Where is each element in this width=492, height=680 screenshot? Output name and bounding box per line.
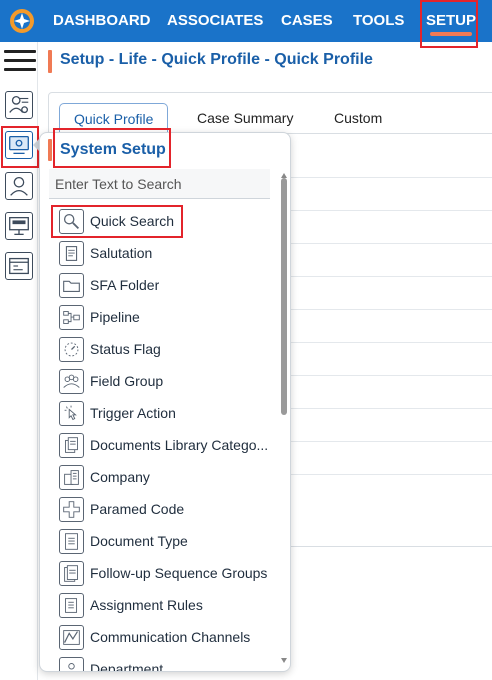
row-divider (290, 177, 492, 178)
menu-item-label: Paramed Code (90, 501, 185, 517)
row-divider (290, 474, 492, 475)
flyout-title: System Setup (60, 141, 166, 158)
document-stack-icon (59, 560, 84, 586)
menu-item-department[interactable]: Department (40, 653, 284, 672)
channels-icon (59, 624, 84, 650)
row-divider (290, 441, 492, 442)
document-icon (59, 528, 84, 554)
menu-item-company[interactable]: Company (40, 461, 284, 493)
flyout-search-box (49, 169, 270, 199)
menu-item-label: Follow-up Sequence Groups (90, 565, 268, 581)
scroll-thumb[interactable] (281, 178, 287, 415)
pipeline-icon (59, 304, 84, 330)
menu-item-sfa-folder[interactable]: SFA Folder (40, 269, 284, 301)
monitor-icon[interactable] (5, 212, 33, 240)
menu-item-communication-channels[interactable]: Communication Channels (40, 621, 284, 653)
medical-icon (59, 496, 84, 522)
menu-item-label: Document Type (90, 533, 188, 549)
row-divider (290, 375, 492, 376)
menu-item-label: Status Flag (90, 341, 161, 357)
system-setup-flyout: System Setup Quick Search Salutation SFA… (39, 132, 291, 672)
menu-item-label: Communication Channels (90, 629, 251, 645)
breadcrumb: Setup - Life - Quick Profile - Quick Pro… (48, 49, 492, 75)
magnifier-icon (59, 208, 84, 234)
menu-item-field-group[interactable]: Field Group (40, 365, 284, 397)
status-dial-icon (59, 336, 84, 362)
breadcrumb-accent-bar (48, 50, 52, 73)
nav-associates[interactable]: ASSOCIATES (167, 0, 263, 42)
department-icon (59, 656, 84, 671)
page-title: Setup - Life - Quick Profile - Quick Pro… (60, 51, 373, 68)
row-divider (290, 408, 492, 409)
company-icon (59, 464, 84, 490)
nav-cases[interactable]: CASES (281, 0, 333, 42)
nav-setup[interactable]: SETUP (426, 0, 476, 42)
app-logo-icon[interactable] (9, 8, 35, 34)
flyout-menu-list: Quick Search Salutation SFA Folder Pipel… (40, 205, 284, 672)
click-icon (59, 400, 84, 426)
menu-item-label: Assignment Rules (90, 597, 203, 613)
menu-item-document-type[interactable]: Document Type (40, 525, 284, 557)
scroll-icon (59, 240, 84, 266)
flyout-scrollbar[interactable] (281, 173, 287, 663)
menu-item-label: Documents Library Catego... (90, 437, 269, 453)
tab-quick-profile[interactable]: Quick Profile (59, 103, 169, 133)
flyout-search-input[interactable] (49, 169, 270, 198)
menu-item-quick-search[interactable]: Quick Search (40, 205, 284, 237)
menu-item-label: Trigger Action (90, 405, 176, 421)
menu-item-label: Department (90, 661, 164, 672)
system-setup-icon[interactable] (5, 131, 33, 159)
row-divider (290, 309, 492, 310)
nav-dashboard[interactable]: DASHBOARD (53, 0, 151, 42)
menu-item-follow-up-sequence-groups[interactable]: Follow-up Sequence Groups (40, 557, 284, 589)
profile-settings-icon[interactable] (5, 91, 33, 119)
menu-item-salutation[interactable]: Salutation (40, 237, 284, 269)
hamburger-menu-icon[interactable] (4, 50, 36, 72)
group-icon (59, 368, 84, 394)
tab-case-summary[interactable]: Case Summary (197, 103, 293, 133)
row-divider (290, 276, 492, 277)
menu-item-label: Company (90, 469, 150, 485)
scroll-down-arrow-icon[interactable] (281, 658, 287, 663)
top-navigation-bar: DASHBOARD ASSOCIATES CASES TOOLS SETUP (0, 0, 492, 42)
folder-icon (59, 272, 84, 298)
menu-item-status-flag[interactable]: Status Flag (40, 333, 284, 365)
menu-item-label: Pipeline (90, 309, 140, 325)
menu-item-label: Quick Search (90, 213, 175, 229)
row-divider (290, 342, 492, 343)
menu-item-documents-library-category[interactable]: Documents Library Catego... (40, 429, 284, 461)
menu-item-label: Field Group (90, 373, 164, 389)
menu-item-label: SFA Folder (90, 277, 160, 293)
menu-item-pipeline[interactable]: Pipeline (40, 301, 284, 333)
row-divider (290, 210, 492, 211)
menu-item-paramed-code[interactable]: Paramed Code (40, 493, 284, 525)
nav-tools[interactable]: TOOLS (353, 0, 404, 42)
menu-item-assignment-rules[interactable]: Assignment Rules (40, 589, 284, 621)
menu-item-trigger-action[interactable]: Trigger Action (40, 397, 284, 429)
row-divider (290, 243, 492, 244)
rules-icon (59, 592, 84, 618)
tab-custom[interactable]: Custom (334, 103, 382, 133)
flyout-accent-bar (48, 139, 52, 161)
person-icon[interactable] (5, 172, 33, 200)
documents-icon (59, 432, 84, 458)
tabs-row: Quick Profile Case Summary Custom (48, 100, 492, 134)
window-list-icon[interactable] (5, 252, 33, 280)
menu-item-label: Salutation (90, 245, 153, 261)
